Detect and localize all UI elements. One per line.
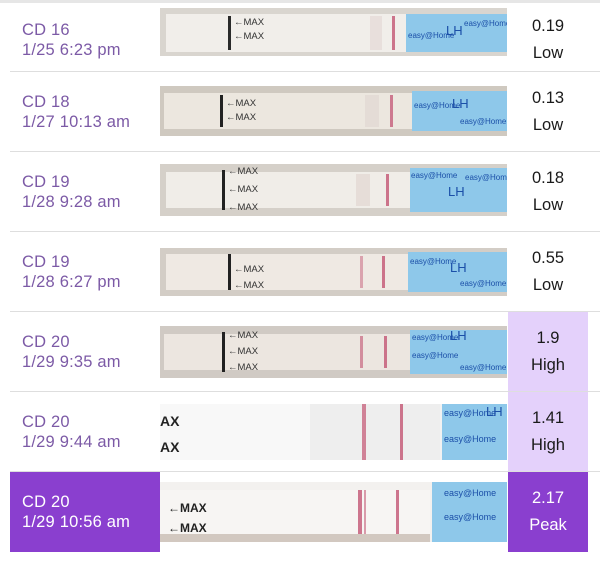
max-label: AX — [160, 439, 180, 455]
lh-level: Low — [532, 196, 564, 214]
brand-label: easy@Home — [444, 512, 496, 522]
control-line — [392, 16, 395, 50]
cycle-day-label: CD 16 — [22, 21, 70, 39]
brand-label: easy@Home — [465, 173, 507, 182]
lh-value: 2.17 — [531, 489, 565, 507]
max-label: AX — [160, 413, 180, 429]
control-line — [400, 404, 403, 460]
test-strip-photo: ←MAX ←MAX easy@Home easy@Home — [160, 482, 507, 542]
max-label: ←MAX — [228, 362, 259, 373]
test-meta: CD 18 1/27 10:13 am — [22, 72, 130, 152]
lh-label: LH — [452, 96, 469, 111]
test-strip-photo: ←MAX ←MAX easy@Home LH easy@Home — [160, 86, 507, 136]
control-line — [390, 95, 393, 127]
max-label: ←MAX — [234, 17, 265, 28]
max-label: ←MAX — [226, 98, 257, 109]
brand-label: easy@Home — [411, 171, 458, 180]
test-datetime: 1/29 9:35 am — [22, 353, 121, 371]
max-label: ←MAX — [228, 330, 259, 341]
control-line — [382, 256, 385, 288]
lh-value-cell: 0.18 Low — [508, 152, 588, 232]
cycle-day-label: CD 19 — [22, 173, 70, 191]
lh-label: LH — [448, 184, 465, 199]
test-strip-photo: ←MAX ←MAX ←MAX easy@Home LH easy@Home ea… — [160, 326, 507, 378]
brand-label: easy@Home — [460, 363, 507, 372]
test-row[interactable]: CD 16 1/25 6:23 pm ←MAX ←MAX easy@Home L… — [0, 0, 600, 80]
brand-label: easy@Home — [460, 279, 507, 288]
test-datetime: 1/29 10:56 am — [22, 513, 131, 531]
test-meta: CD 20 1/29 9:35 am — [22, 312, 121, 392]
cycle-day-label: CD 19 — [22, 253, 70, 271]
lh-value: 1.41 — [531, 409, 565, 427]
lh-level: High — [531, 436, 565, 454]
max-label: ←MAX — [168, 521, 207, 535]
lh-value-cell: 0.13 Low — [508, 72, 588, 152]
test-strip-photo: ←MAX ←MAX ←MAX easy@Home LH easy@Home — [160, 164, 507, 216]
test-row-selected[interactable]: CD 20 1/29 10:56 am ←MAX ←MAX easy@Home … — [0, 472, 600, 552]
brand-label: easy@Home — [464, 19, 507, 28]
lh-level: Low — [532, 116, 564, 134]
brand-label: easy@Home — [460, 117, 507, 126]
lh-value: 0.13 — [531, 89, 565, 107]
lh-label: LH — [450, 260, 467, 275]
max-label: ←MAX — [228, 166, 259, 177]
test-meta: CD 20 1/29 10:56 am — [22, 472, 130, 552]
lh-value: 0.55 — [531, 249, 565, 267]
lh-value: 0.19 — [531, 17, 565, 35]
max-label: ←MAX — [234, 264, 265, 275]
test-meta: CD 16 1/25 6:23 pm — [22, 0, 121, 80]
control-line — [386, 174, 389, 206]
cycle-day-label: CD 18 — [22, 93, 70, 111]
lh-level: High — [531, 356, 565, 374]
test-line — [364, 490, 366, 534]
lh-value-cell: 1.9 High — [508, 312, 588, 392]
test-datetime: 1/28 9:28 am — [22, 193, 121, 211]
control-line — [384, 336, 387, 368]
lh-label: LH — [450, 328, 467, 343]
brand-label: easy@Home — [444, 434, 496, 444]
lh-value-cell: 0.55 Low — [508, 232, 588, 312]
test-datetime: 1/29 9:44 am — [22, 433, 121, 451]
test-strip-photo: ←MAX ←MAX easy@Home LH easy@Home — [160, 248, 507, 296]
brand-label: easy@Home — [412, 351, 459, 360]
cycle-day-label: CD 20 — [22, 413, 70, 431]
lh-level: Low — [532, 276, 564, 294]
test-row[interactable]: CD 20 1/29 9:44 am AX AX easy@Home LH ea… — [0, 392, 600, 472]
max-label: ←MAX — [234, 280, 265, 291]
test-meta: CD 19 1/28 9:28 am — [22, 152, 121, 232]
control-line — [396, 490, 399, 534]
test-row[interactable]: CD 19 1/28 9:28 am ←MAX ←MAX ←MAX easy@H… — [0, 152, 600, 232]
test-row[interactable]: CD 19 1/28 6:27 pm ←MAX ←MAX easy@Home L… — [0, 232, 600, 312]
max-label: ←MAX — [228, 202, 259, 213]
lh-label: LH — [446, 23, 463, 38]
max-label: ←MAX — [234, 31, 265, 42]
test-line — [360, 336, 363, 368]
test-strip-photo: AX AX easy@Home LH easy@Home — [160, 404, 507, 460]
test-datetime: 1/27 10:13 am — [22, 113, 131, 131]
lh-value: 1.9 — [536, 329, 560, 347]
test-datetime: 1/28 6:27 pm — [22, 273, 121, 291]
max-label: ←MAX — [228, 346, 259, 357]
lh-label: LH — [486, 404, 503, 419]
test-row[interactable]: CD 20 1/29 9:35 am ←MAX ←MAX ←MAX easy@H… — [0, 312, 600, 392]
lh-level: Peak — [529, 516, 567, 534]
lh-value-cell: 0.19 Low — [508, 0, 588, 80]
lh-value: 0.18 — [531, 169, 565, 187]
test-datetime: 1/25 6:23 pm — [22, 41, 121, 59]
test-line — [360, 256, 363, 288]
cycle-day-label: CD 20 — [22, 493, 70, 511]
test-line — [362, 404, 366, 460]
brand-label: easy@Home — [444, 488, 496, 498]
cycle-day-label: CD 20 — [22, 333, 70, 351]
max-label: ←MAX — [226, 112, 257, 123]
max-label: ←MAX — [228, 184, 259, 195]
test-meta: CD 20 1/29 9:44 am — [22, 392, 121, 472]
lh-value-cell: 1.41 High — [508, 392, 588, 472]
lh-level: Low — [532, 44, 564, 62]
max-label: ←MAX — [168, 501, 207, 515]
lh-value-cell-peak: 2.17 Peak — [508, 472, 588, 552]
test-row[interactable]: CD 18 1/27 10:13 am ←MAX ←MAX easy@Home … — [0, 72, 600, 152]
test-meta: CD 19 1/28 6:27 pm — [22, 232, 121, 312]
test-strip-photo: ←MAX ←MAX easy@Home LH easy@Home — [160, 8, 507, 56]
